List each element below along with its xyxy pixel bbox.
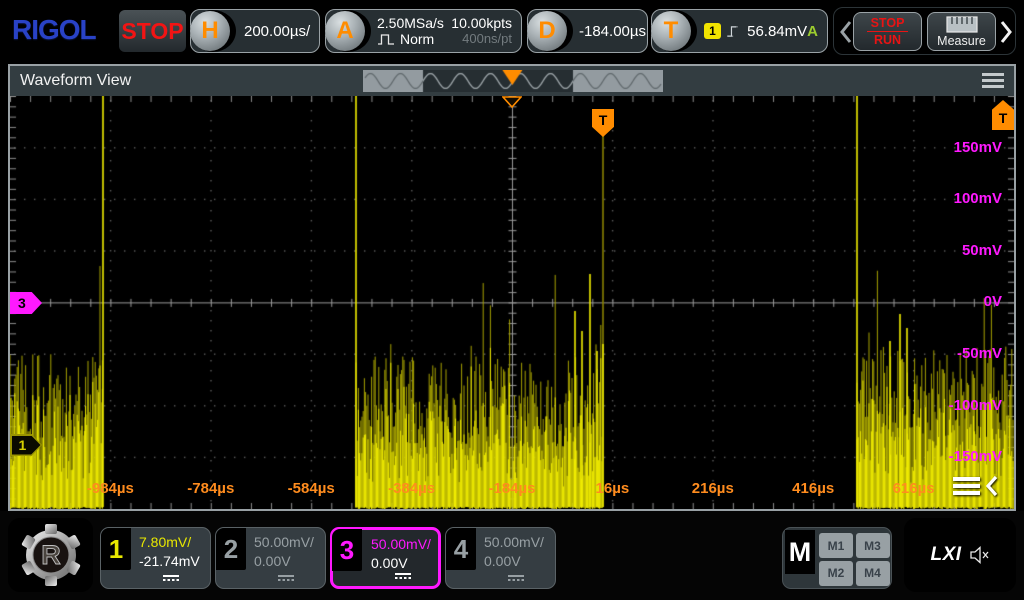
stop-label: STOP bbox=[867, 16, 909, 32]
channel4-box[interactable]: 4 50.00mV/ 0.00V bbox=[445, 527, 556, 589]
math3-button[interactable]: M3 bbox=[856, 533, 890, 558]
channel3-offset: 0.00V bbox=[371, 555, 408, 571]
trigger-settings-button[interactable]: T 1 56.84mV A bbox=[651, 9, 828, 53]
memory-overview-strip[interactable] bbox=[363, 70, 663, 92]
time-label: -184µs bbox=[477, 480, 547, 497]
channel2-scale: 50.00mV/ bbox=[254, 534, 314, 550]
d-key-icon: D bbox=[527, 11, 567, 51]
channel3-marker-label: 3 bbox=[18, 295, 26, 311]
speaker-muted-icon[interactable] bbox=[970, 546, 990, 564]
rising-edge-slope-icon bbox=[726, 23, 740, 40]
oscilloscope-screen: RIGOL STOP H 200.00µs/ A 2.50MSa/s Norm bbox=[0, 0, 1024, 600]
acquisition-settings-button[interactable]: A 2.50MSa/s Norm 10.00kpts 400ns/pt bbox=[325, 9, 522, 53]
voltage-label: 0V bbox=[984, 293, 1002, 310]
horizontal-scale-value: 200.00µs/ bbox=[244, 23, 310, 40]
time-label: 416µs bbox=[778, 480, 848, 497]
sample-rate-value: 2.50MSa/s bbox=[377, 15, 444, 31]
voltage-label: -50mV bbox=[957, 345, 1002, 362]
ruler-icon bbox=[946, 16, 978, 33]
h-key-ring: H bbox=[190, 10, 236, 52]
channel2-offset: 0.00V bbox=[254, 553, 291, 569]
svg-text:R: R bbox=[41, 540, 61, 570]
horizontal-center-marker-icon[interactable] bbox=[502, 96, 522, 108]
waveform-view-titlebar[interactable]: Waveform View bbox=[10, 66, 1014, 96]
menu-icon[interactable] bbox=[982, 73, 1004, 91]
dc-coupling-icon bbox=[278, 575, 294, 581]
stop-run-button[interactable]: STOP RUN bbox=[853, 12, 922, 51]
gear-logo-icon: R bbox=[19, 523, 83, 587]
channel1-scale: 7.80mV/ bbox=[139, 534, 191, 550]
sample-resolution-value: 400ns/pt bbox=[451, 31, 512, 47]
voltage-label: 50mV bbox=[962, 242, 1002, 259]
dc-coupling-icon bbox=[163, 575, 179, 581]
a-key-icon: A bbox=[325, 11, 365, 51]
channel2-number: 2 bbox=[216, 528, 246, 570]
collapse-menu-button[interactable] bbox=[953, 475, 998, 497]
trigger-sweep-status: A bbox=[807, 23, 818, 40]
channel4-scale: 50.00mV/ bbox=[484, 534, 544, 550]
pulse-waveform-icon bbox=[377, 33, 396, 46]
trigger-source-badge: 1 bbox=[704, 23, 721, 39]
channel4-number: 4 bbox=[446, 528, 476, 570]
channel1-box[interactable]: 1 7.80mV/ -21.74mV bbox=[100, 527, 211, 589]
h-key-icon: H bbox=[190, 11, 230, 51]
channel1-marker-label: 1 bbox=[19, 437, 27, 453]
math1-button[interactable]: M1 bbox=[819, 533, 853, 558]
acquisition-status-badge[interactable]: STOP bbox=[119, 10, 186, 52]
time-label: 216µs bbox=[678, 480, 748, 497]
waveform-view-window: Waveform View -984µs -784µs -584µs -384µs -1… bbox=[8, 64, 1016, 511]
dc-coupling-icon bbox=[395, 573, 411, 579]
bottom-channel-bar: R 1 7.80mV/ -21.74mV 2 50.00mV/ 0.00V 3 … bbox=[0, 511, 1024, 600]
math4-button[interactable]: M4 bbox=[856, 561, 890, 586]
channel3-scale: 50.00mV/ bbox=[371, 536, 431, 552]
math-panel[interactable]: M M1 M3 M2 M4 bbox=[782, 527, 892, 589]
measure-label: Measure bbox=[937, 34, 986, 48]
channel4-offset: 0.00V bbox=[484, 553, 521, 569]
chevron-right-icon[interactable] bbox=[1000, 20, 1013, 44]
rigol-logo: RIGOL bbox=[12, 14, 96, 46]
math-label: M bbox=[785, 530, 815, 574]
measure-button[interactable]: Measure bbox=[927, 12, 996, 51]
lxi-label: LXI bbox=[930, 544, 961, 566]
dc-coupling-icon bbox=[508, 575, 524, 581]
voltage-label: 100mV bbox=[954, 190, 1002, 207]
lxi-status-panel[interactable]: LXI bbox=[904, 518, 1016, 592]
memory-depth-value: 10.00kpts bbox=[451, 15, 512, 31]
rigol-gear-logo-button[interactable]: R bbox=[8, 518, 93, 592]
horizontal-settings-button[interactable]: H 200.00µs/ bbox=[190, 9, 320, 53]
channel3-box[interactable]: 3 50.00mV/ 0.00V bbox=[330, 527, 441, 589]
chevron-left-small-icon bbox=[985, 475, 998, 497]
t-key-ring: T bbox=[651, 10, 697, 52]
d-key-ring: D bbox=[527, 10, 573, 52]
voltage-label: -100mV bbox=[949, 397, 1002, 414]
voltage-label: -150mV bbox=[949, 448, 1002, 465]
time-label: -984µs bbox=[75, 480, 145, 497]
t-key-icon: T bbox=[651, 11, 691, 51]
channel1-offset: -21.74mV bbox=[139, 553, 200, 569]
chevron-left-icon[interactable] bbox=[839, 20, 852, 44]
time-label: -784µs bbox=[176, 480, 246, 497]
delay-value: -184.00µs bbox=[579, 23, 646, 40]
time-label: -584µs bbox=[276, 480, 346, 497]
math2-button[interactable]: M2 bbox=[819, 561, 853, 586]
quick-controls-panel: STOP RUN Measure bbox=[833, 7, 1016, 55]
top-status-bar: RIGOL STOP H 200.00µs/ A 2.50MSa/s Norm bbox=[0, 0, 1024, 62]
trigger-level-value: 56.84mV bbox=[747, 23, 807, 40]
channel3-number: 3 bbox=[332, 529, 362, 571]
menu-bars-icon bbox=[953, 477, 980, 495]
delay-settings-button[interactable]: D -184.00µs bbox=[527, 9, 648, 53]
graticule-area: -984µs -784µs -584µs -384µs -184µs 16µs 216µs 4… bbox=[10, 96, 1014, 509]
waveform-canvas[interactable] bbox=[10, 96, 1014, 509]
voltage-label: 150mV bbox=[954, 139, 1002, 156]
window-title: Waveform View bbox=[20, 66, 131, 96]
time-label: 16µs bbox=[577, 480, 647, 497]
run-label: RUN bbox=[874, 33, 901, 47]
channel2-box[interactable]: 2 50.00mV/ 0.00V bbox=[215, 527, 326, 589]
acquisition-mode-label: Norm bbox=[400, 31, 434, 47]
time-label: 616µs bbox=[879, 480, 949, 497]
a-key-ring: A bbox=[325, 10, 371, 52]
time-label: -384µs bbox=[377, 480, 447, 497]
channel1-number: 1 bbox=[101, 528, 131, 570]
